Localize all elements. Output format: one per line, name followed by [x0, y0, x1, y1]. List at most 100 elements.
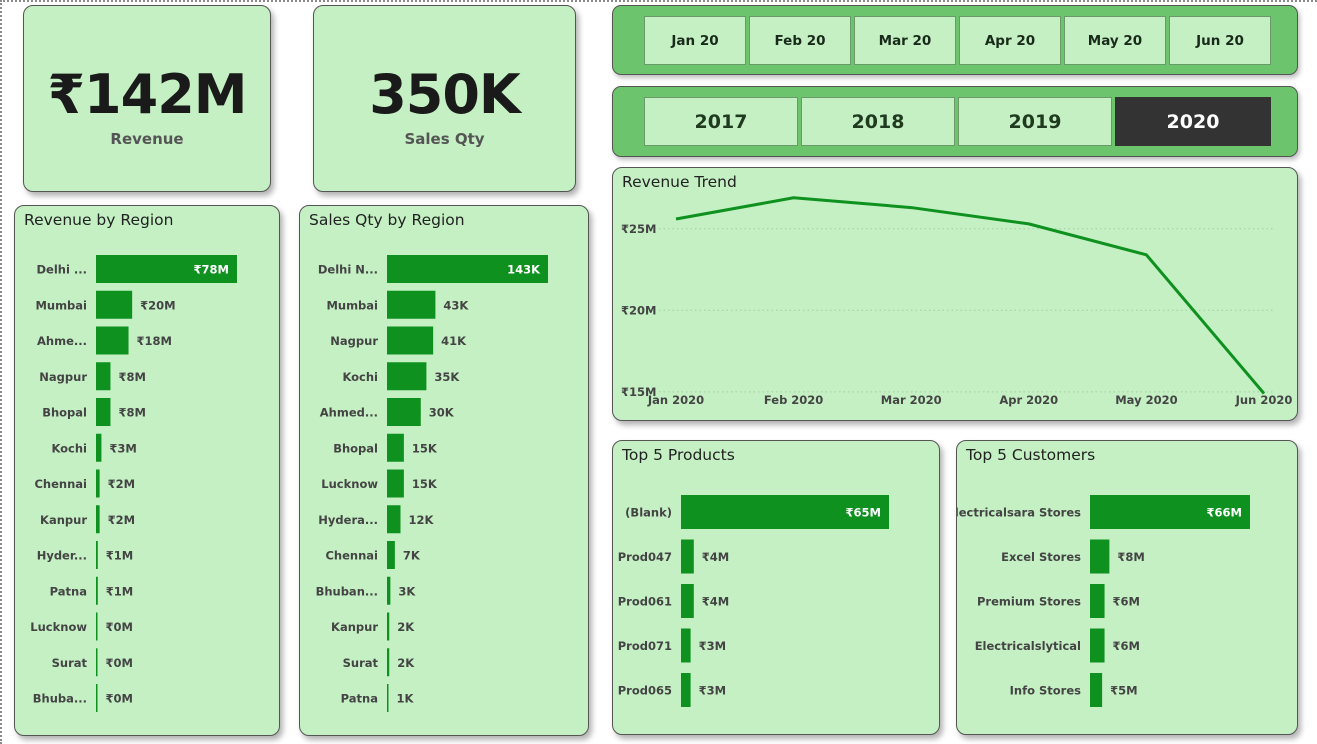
category-label: Mumbai: [326, 298, 378, 312]
category-label: Surat: [343, 656, 379, 670]
category-label: Ahme...: [37, 334, 87, 348]
category-label: (Blank): [625, 506, 672, 520]
data-label: ₹66M: [1207, 506, 1242, 520]
category-label: Prod065: [618, 684, 672, 698]
x-tick-label: Apr 2020: [999, 393, 1058, 407]
kpi-revenue-value: ₹142M: [47, 63, 247, 126]
bar: [387, 326, 434, 355]
category-label: Electricalslytical: [975, 639, 1081, 653]
data-label: ₹2M: [108, 513, 135, 527]
category-label: Info Stores: [1010, 684, 1082, 698]
category-label: Bhuban...: [316, 584, 378, 598]
month-slicer-item-jan[interactable]: Jan 20: [644, 16, 746, 65]
kpi-revenue-label: Revenue: [110, 130, 184, 148]
kpi-sales-qty-label: Sales Qty: [404, 130, 485, 148]
bar: [1090, 539, 1110, 574]
x-tick-label: Jun 2020: [1235, 393, 1293, 407]
sales-qty-by-region-chart: Delhi N... 143K Mumbai 43K Nagpur 41K Kochi 35K…: [316, 255, 548, 712]
month-slicer-item-jun[interactable]: Jun 20: [1169, 16, 1271, 65]
data-label: 143K: [507, 263, 541, 277]
bar: [387, 469, 404, 498]
category-label: Prod071: [618, 639, 672, 653]
category-label: Nagpur: [330, 334, 378, 348]
category-label: Excel Stores: [1001, 550, 1081, 564]
data-label: 15K: [412, 477, 438, 491]
category-label: Delhi ...: [36, 263, 87, 277]
top-customers-card[interactable]: Top 5 Customers Electricalsara Stores ₹66…: [956, 440, 1298, 735]
bar: [681, 673, 691, 707]
revenue-by-region-chart: Delhi ... ₹78M Mumbai ₹20M Ahme... ₹18M Nagpur…: [30, 255, 237, 712]
data-label: ₹2M: [108, 477, 135, 491]
data-label: 1K: [397, 692, 415, 706]
category-label: Bhopal: [333, 441, 378, 455]
revenue-by-region-card[interactable]: Revenue by Region Delhi ... ₹78M Mumbai ₹20…: [14, 205, 280, 736]
month-slicer-item-mar[interactable]: Mar 20: [854, 16, 956, 65]
category-label: Hyder...: [37, 549, 87, 563]
category-label: Kanpur: [331, 620, 378, 634]
data-label: 15K: [412, 441, 438, 455]
category-label: Bhopal: [42, 406, 87, 420]
data-label: ₹4M: [702, 550, 729, 564]
top-customers-chart: Electricalsara Stores ₹66M Excel Stores ₹8M…: [957, 495, 1250, 707]
bar: [387, 612, 390, 641]
bar: [96, 326, 129, 355]
bar: [387, 684, 389, 712]
bar: [387, 648, 390, 677]
category-label: Lucknow: [30, 620, 87, 634]
top-products-card[interactable]: Top 5 Products (Blank) ₹65M Prod047 ₹4M Prod…: [612, 440, 940, 735]
data-label: ₹0M: [106, 656, 133, 670]
y-tick-label: ₹25M: [621, 222, 656, 236]
category-label: Prod047: [618, 550, 672, 564]
month-slicer-item-feb[interactable]: Feb 20: [749, 16, 851, 65]
category-label: Chennai: [325, 549, 378, 563]
data-label: ₹1M: [106, 549, 133, 563]
data-label: ₹3M: [699, 639, 726, 653]
year-slicer-item-2018[interactable]: 2018: [801, 97, 955, 146]
bar: [387, 290, 436, 319]
sales-qty-by-region-card[interactable]: Sales Qty by Region Delhi N... 143K Mumbai…: [299, 205, 589, 736]
x-tick-label: May 2020: [1115, 393, 1177, 407]
data-label: 35K: [434, 370, 460, 384]
category-label: Ahmed...: [320, 406, 378, 420]
bar: [1090, 584, 1105, 618]
data-label: ₹65M: [846, 506, 881, 520]
top-products-chart: (Blank) ₹65M Prod047 ₹4M Prod061 ₹4M Prod071 ₹3…: [618, 495, 889, 707]
bar: [96, 612, 98, 641]
revenue-trend-chart: ₹15M₹20M₹25MJan 2020 Feb 2020 Mar 2020 Apr …: [621, 196, 1293, 407]
y-tick-label: ₹20M: [621, 303, 656, 317]
category-label: Kochi: [342, 370, 378, 384]
category-label: Bhuba...: [33, 692, 87, 706]
kpi-card-sales-qty[interactable]: 350K Sales Qty: [313, 5, 576, 192]
bar: [96, 541, 98, 569]
month-slicer-item-apr[interactable]: Apr 20: [959, 16, 1061, 65]
bar: [387, 362, 427, 391]
data-label: 30K: [429, 406, 455, 420]
data-label: ₹3M: [699, 684, 726, 698]
kpi-card-revenue[interactable]: ₹142M Revenue: [23, 5, 271, 192]
year-slicer-item-2020[interactable]: 2020: [1115, 97, 1271, 146]
x-tick-label: Mar 2020: [881, 393, 942, 407]
category-label: Kanpur: [40, 513, 87, 527]
bar: [96, 648, 98, 677]
category-label: Nagpur: [39, 370, 87, 384]
category-label: Lucknow: [321, 477, 378, 491]
data-label: 7K: [403, 549, 421, 563]
category-label: Electricalsara Stores: [957, 506, 1081, 520]
bar: [96, 505, 100, 534]
x-tick-label: Feb 2020: [764, 393, 823, 407]
bar: [387, 433, 404, 462]
category-label: Prod061: [618, 595, 672, 609]
bar: [681, 539, 694, 574]
category-label: Hydera...: [318, 513, 378, 527]
series-line: [675, 196, 1266, 395]
bar: [1090, 673, 1103, 707]
year-slicer-item-2019[interactable]: 2019: [958, 97, 1112, 146]
category-label: Surat: [52, 656, 88, 670]
bar: [96, 433, 102, 462]
kpi-sales-qty-value: 350K: [369, 63, 521, 126]
data-label: ₹8M: [118, 406, 145, 420]
category-label: Delhi N...: [318, 263, 378, 277]
year-slicer-item-2017[interactable]: 2017: [644, 97, 798, 146]
revenue-trend-card[interactable]: Revenue Trend ₹15M ₹20M ₹25M Jan 2020 Feb 20…: [612, 167, 1298, 421]
month-slicer-item-may[interactable]: May 20: [1064, 16, 1166, 65]
